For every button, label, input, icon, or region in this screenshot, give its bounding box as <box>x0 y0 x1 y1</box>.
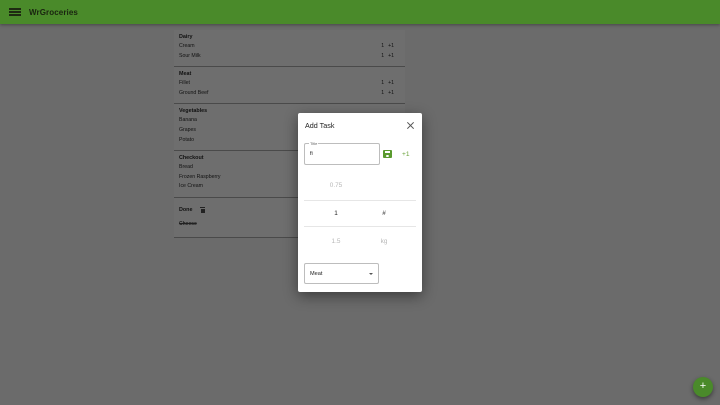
increment-button[interactable]: +1 <box>388 52 394 62</box>
quantity-picker[interactable]: 0.75 1 # 1.5 kg <box>304 171 416 265</box>
menu-icon[interactable] <box>8 5 22 19</box>
increment-button[interactable]: +1 <box>388 79 394 89</box>
item-name: Bread <box>179 164 193 171</box>
item-quantity: 1 <box>381 89 385 96</box>
picker-amount-selected[interactable]: 1 <box>304 210 368 217</box>
picker-row-selected[interactable]: 1 # <box>304 200 416 227</box>
item-name: Ice Cream <box>179 183 203 190</box>
increment-button[interactable]: +1 <box>388 89 394 99</box>
section-meat: Meat Fillet 1 +1 Ground Beef 1 +1 <box>174 67 405 105</box>
item-quantity: 1 <box>381 43 385 49</box>
title-field[interactable]: Title <box>304 141 380 165</box>
category-select[interactable]: Meat <box>304 263 379 284</box>
section-title: Meat <box>179 71 192 78</box>
plus-one-button[interactable]: +1 <box>402 151 410 158</box>
picker-row[interactable]: 0.75 <box>304 172 416 199</box>
add-task-dialog: Add Task Title +1 0.75 1 # 1.5 kg Meat <box>298 113 422 292</box>
dialog-title: Add Task <box>305 121 335 130</box>
add-button[interactable]: + <box>693 377 713 397</box>
picker-unit-selected[interactable]: # <box>368 210 400 217</box>
title-field-label: Title <box>309 141 319 146</box>
save-icon[interactable] <box>383 150 392 158</box>
picker-amount[interactable]: 1.5 <box>304 238 368 245</box>
item-name: Sour Milk <box>179 52 201 59</box>
item-name: Grapes <box>179 126 197 133</box>
item-name: Ground Beef <box>179 89 209 96</box>
picker-amount[interactable]: 0.75 <box>304 182 368 189</box>
increment-button[interactable]: +1 <box>388 42 394 52</box>
chevron-down-icon <box>369 273 373 275</box>
list-item[interactable]: Sour Milk 1 +1 <box>179 52 400 62</box>
list-item[interactable]: Cream 1 +1 <box>179 42 400 52</box>
done-title: Done <box>179 206 193 213</box>
item-quantity: 1 <box>381 52 385 59</box>
list-item[interactable]: Fillet 1 +1 <box>179 79 400 89</box>
picker-unit[interactable]: kg <box>368 238 400 245</box>
app-title: WrGroceries <box>29 7 78 17</box>
trash-icon[interactable] <box>200 207 206 214</box>
list-item[interactable]: Ground Beef 1 +1 <box>179 89 400 99</box>
item-quantity: 1 <box>381 80 385 87</box>
item-name: Frozen Raspberry <box>179 173 221 180</box>
close-icon[interactable] <box>406 121 414 129</box>
category-value: Meat <box>310 271 323 277</box>
item-name: Potato <box>179 136 194 143</box>
section-title: Dairy <box>179 34 193 40</box>
title-input[interactable] <box>310 151 374 157</box>
item-name: Banana <box>179 117 197 124</box>
picker-row[interactable]: 1.5 kg <box>304 228 416 255</box>
app-bar: WrGroceries <box>0 0 720 24</box>
section-dairy: Dairy Cream 1 +1 Sour Milk 1 +1 <box>174 30 405 68</box>
item-name: Cream <box>179 43 195 49</box>
item-name: Fillet <box>179 80 190 87</box>
